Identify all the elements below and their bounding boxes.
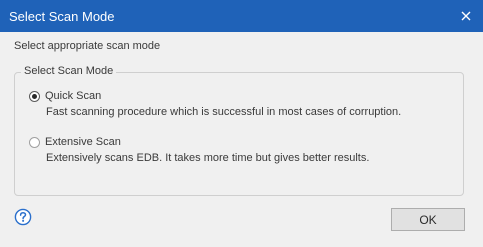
option-quick-scan[interactable]: Quick Scan Fast scanning procedure which…	[29, 90, 401, 118]
ok-button[interactable]: OK	[391, 208, 465, 231]
radio-selected-dot	[32, 93, 37, 99]
help-icon	[14, 208, 32, 226]
titlebar: Select Scan Mode	[0, 0, 483, 32]
window-title: Select Scan Mode	[9, 8, 115, 24]
close-icon	[461, 11, 471, 21]
quick-scan-radio[interactable]	[29, 90, 40, 102]
scan-mode-group: Select Scan Mode Quick Scan Fast scannin…	[14, 65, 464, 196]
intro-text: Select appropriate scan mode	[14, 40, 161, 52]
extensive-scan-description: Extensively scans EDB. It takes more tim…	[46, 152, 370, 164]
option-extensive-scan[interactable]: Extensive Scan Extensively scans EDB. It…	[29, 136, 369, 164]
close-button[interactable]	[449, 0, 483, 32]
extensive-scan-label[interactable]: Extensive Scan	[45, 136, 121, 148]
quick-scan-description: Fast scanning procedure which is success…	[46, 106, 402, 118]
help-button[interactable]	[14, 208, 32, 226]
extensive-scan-radio[interactable]	[29, 136, 40, 148]
group-legend: Select Scan Mode	[21, 65, 117, 77]
select-scan-mode-dialog: Select Scan Mode Select appropriate scan…	[0, 0, 483, 247]
quick-scan-label[interactable]: Quick Scan	[45, 90, 101, 102]
